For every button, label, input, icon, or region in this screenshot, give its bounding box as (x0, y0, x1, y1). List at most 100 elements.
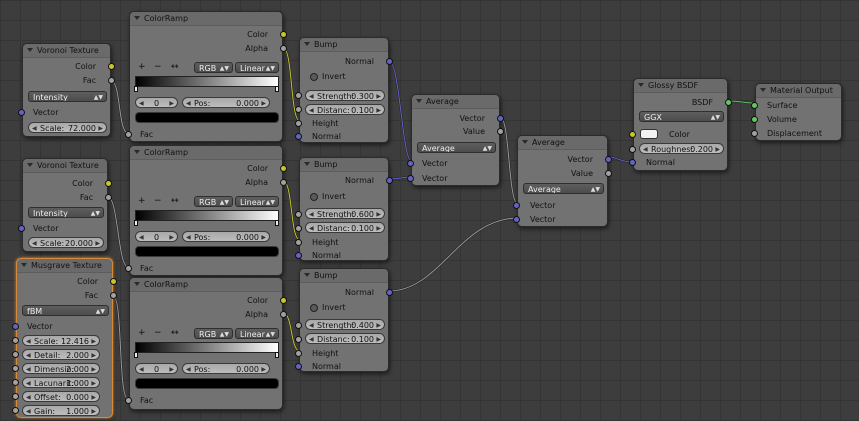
coloring-dropdown[interactable]: Intensity ▲▼ (28, 91, 107, 102)
strength-field[interactable]: ◀ Strength: 0.600 ▶ (305, 208, 385, 219)
node-header[interactable]: ColorRamp (130, 12, 282, 26)
dimension-field[interactable]: ◀ Dimensio: 2.000 ▶ (22, 363, 100, 374)
decrement-arrow-icon[interactable]: ◀ (309, 334, 314, 343)
input-distance-socket[interactable] (295, 336, 302, 343)
vector-average-node-1[interactable]: Average Vector Value Average ▲▼ Vector Ve… (407, 94, 504, 186)
node-header[interactable]: Bump (300, 269, 388, 283)
interpolation-dropdown[interactable]: Linear ▲▼ (235, 328, 279, 339)
input-normal-socket[interactable] (295, 252, 302, 259)
decrement-arrow-icon[interactable]: ◀ (26, 378, 31, 387)
distance-field[interactable]: ◀ Distanc: 0.100 ▶ (305, 333, 385, 344)
offset-field[interactable]: ◀ Offset: 0.000 ▶ (22, 391, 100, 402)
add-stop-button[interactable]: + (138, 62, 146, 73)
output-alpha-socket[interactable] (280, 179, 287, 186)
coloring-dropdown[interactable]: Intensity ▲▼ (28, 207, 104, 218)
increment-arrow-icon[interactable]: ▶ (376, 223, 381, 232)
collapse-triangle-icon[interactable] (304, 42, 310, 46)
input-normal-socket[interactable] (295, 133, 302, 140)
decrement-arrow-icon[interactable]: ◀ (186, 98, 191, 107)
decrement-arrow-icon[interactable]: ◀ (26, 364, 31, 373)
output-alpha-socket[interactable] (280, 311, 287, 318)
node-header[interactable]: ColorRamp (130, 278, 282, 292)
collapse-triangle-icon[interactable] (760, 88, 766, 92)
output-vector-socket[interactable] (497, 115, 504, 122)
decrement-arrow-icon[interactable]: ◀ (309, 209, 314, 218)
output-bsdf-socket[interactable] (725, 99, 732, 106)
node-header[interactable]: Musgrave Texture (17, 259, 112, 273)
roughness-field[interactable]: ◀ Roughnes: 0.200 ▶ (639, 143, 724, 154)
decrement-arrow-icon[interactable]: ◀ (309, 223, 314, 232)
input-detail-socket[interactable] (12, 351, 19, 358)
output-normal-socket[interactable] (386, 177, 393, 184)
input-scale-socket[interactable] (12, 337, 19, 344)
remove-stop-button[interactable]: − (154, 328, 162, 339)
interpolation-dropdown[interactable]: Linear ▲▼ (235, 196, 279, 207)
output-fac-socket[interactable] (105, 194, 112, 201)
stop-color-swatch[interactable] (135, 378, 279, 389)
increment-arrow-icon[interactable]: ▶ (169, 98, 174, 107)
stop-index-field[interactable]: ◀ 0 ▶ (135, 363, 178, 374)
colorramp-node-1[interactable]: ColorRamp Color Alpha + − ↔ RGB ▲▼ Linear… (125, 11, 287, 142)
increment-arrow-icon[interactable]: ▶ (91, 406, 96, 415)
input-volume-socket[interactable] (751, 116, 758, 123)
node-header[interactable]: Bump (300, 38, 388, 52)
scale-field[interactable]: ◀ Scale: 72.000 ▶ (28, 122, 107, 133)
material-output-node[interactable]: Material Output Surface Volume Displacem… (751, 83, 842, 141)
node-header[interactable]: Material Output (756, 84, 841, 98)
voronoi-texture-node-2[interactable]: Voronoi Texture Color Fac Intensity ▲▼ Ve… (18, 158, 112, 252)
bump-node-2[interactable]: Bump Normal Invert ◀ Strength: 0.600 ▶ ◀ Dis… (295, 157, 393, 261)
voronoi-texture-node-1[interactable]: Voronoi Texture Color Fac Intensity ▲▼ Ve… (18, 43, 115, 137)
stop-color-swatch[interactable] (135, 246, 279, 257)
input-roughness-socket[interactable] (629, 146, 636, 153)
increment-arrow-icon[interactable]: ▶ (376, 91, 381, 100)
bump-node-3[interactable]: Bump Normal Invert ◀ Strength: 0.400 ▶ ◀ Dis… (295, 268, 393, 372)
input-vector1-socket[interactable] (407, 160, 414, 167)
input-distance-socket[interactable] (295, 225, 302, 232)
output-color-socket[interactable] (280, 297, 287, 304)
collapse-triangle-icon[interactable] (27, 48, 33, 52)
vector-average-node-2[interactable]: Average Vector Value Average ▲▼ Vector Ve… (513, 135, 612, 227)
node-header[interactable]: Glossy BSDF (634, 79, 727, 93)
interpolation-dropdown[interactable]: Linear ▲▼ (235, 62, 279, 73)
node-header[interactable]: Bump (300, 158, 388, 172)
increment-arrow-icon[interactable]: ▶ (376, 334, 381, 343)
input-dimension-socket[interactable] (12, 365, 19, 372)
increment-arrow-icon[interactable]: ▶ (376, 209, 381, 218)
decrement-arrow-icon[interactable]: ◀ (309, 105, 314, 114)
node-header[interactable]: ColorRamp (130, 146, 282, 160)
increment-arrow-icon[interactable]: ▶ (261, 98, 266, 107)
decrement-arrow-icon[interactable]: ◀ (26, 350, 31, 359)
input-displacement-socket[interactable] (751, 130, 758, 137)
invert-checkbox[interactable] (310, 193, 318, 201)
stop-position-field[interactable]: ◀ Pos: 0.000 ▶ (182, 231, 270, 242)
ramp-stop-white[interactable] (275, 352, 279, 358)
output-color-socket[interactable] (280, 165, 287, 172)
ramp-stop-black[interactable] (134, 352, 138, 358)
musgrave-type-dropdown[interactable]: fBM ▲▼ (22, 305, 109, 316)
decrement-arrow-icon[interactable]: ◀ (309, 320, 314, 329)
stop-position-field[interactable]: ◀ Pos: 0.000 ▶ (182, 363, 270, 374)
output-vector-socket[interactable] (605, 156, 612, 163)
input-fac-socket[interactable] (125, 131, 132, 138)
input-fac-socket[interactable] (125, 265, 132, 272)
increment-arrow-icon[interactable]: ▶ (91, 350, 96, 359)
collapse-triangle-icon[interactable] (304, 273, 310, 277)
ramp-stop-white[interactable] (275, 220, 279, 226)
input-vector2-socket[interactable] (513, 216, 520, 223)
stop-color-swatch[interactable] (135, 112, 279, 123)
color-ramp-gradient[interactable] (135, 210, 279, 221)
ramp-stop-black[interactable] (134, 220, 138, 226)
decrement-arrow-icon[interactable]: ◀ (186, 364, 191, 373)
output-value-socket[interactable] (605, 170, 612, 177)
input-normal-socket[interactable] (295, 363, 302, 370)
increment-arrow-icon[interactable]: ▶ (376, 320, 381, 329)
decrement-arrow-icon[interactable]: ◀ (309, 91, 314, 100)
output-color-socket[interactable] (110, 278, 117, 285)
remove-stop-button[interactable]: − (154, 62, 162, 73)
decrement-arrow-icon[interactable]: ◀ (32, 238, 37, 247)
collapse-triangle-icon[interactable] (304, 162, 310, 166)
increment-arrow-icon[interactable]: ▶ (376, 105, 381, 114)
increment-arrow-icon[interactable]: ▶ (91, 336, 96, 345)
strength-field[interactable]: ◀ Strength: 0.300 ▶ (305, 90, 385, 101)
decrement-arrow-icon[interactable]: ◀ (26, 336, 31, 345)
